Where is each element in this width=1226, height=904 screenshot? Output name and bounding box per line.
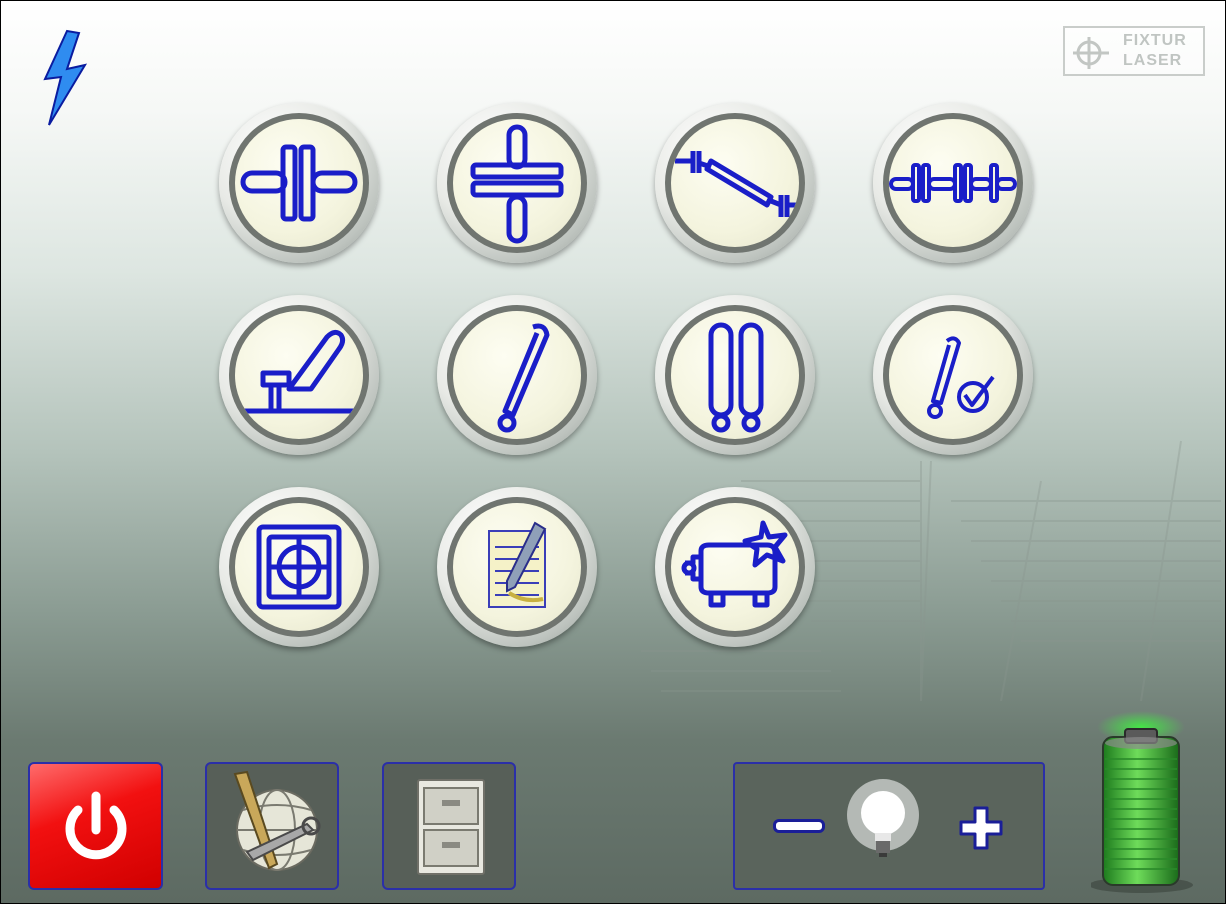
flatness-measurement-icon xyxy=(237,329,361,414)
brightness-decrease-button[interactable] xyxy=(773,819,825,833)
brightness-increase-button[interactable] xyxy=(957,804,1005,852)
app-target-button[interactable] xyxy=(219,487,379,647)
app-flatness-button[interactable] xyxy=(219,295,379,455)
crosshair-logo-icon xyxy=(1073,37,1109,69)
machine-train-icon xyxy=(889,163,1017,203)
file-archive-button[interactable] xyxy=(382,762,516,890)
app-values-button[interactable] xyxy=(873,295,1033,455)
notes-pencil-icon xyxy=(488,521,547,608)
file-cabinet-icon xyxy=(417,779,485,875)
power-button[interactable] xyxy=(28,762,163,890)
brand-name-line2: LASER xyxy=(1123,52,1183,69)
app-notes-button[interactable] xyxy=(437,487,597,647)
app-twist-button[interactable] xyxy=(655,295,815,455)
app-cardan-shafts-button[interactable] xyxy=(655,103,815,263)
app-horizontal-shafts-button[interactable] xyxy=(219,103,379,263)
softfoot-icon xyxy=(681,520,788,608)
twist-measurement-icon xyxy=(708,322,764,433)
lightning-bolt-icon xyxy=(43,29,88,126)
app-softfoot-button[interactable] xyxy=(655,487,815,647)
brand-name-line1: FIXTUR xyxy=(1123,32,1187,49)
horizontal-coupling-icon xyxy=(240,144,358,222)
app-vertical-shafts-button[interactable] xyxy=(437,103,597,263)
app-straightness-button[interactable] xyxy=(437,295,597,455)
target-icon xyxy=(256,524,342,610)
battery-icon xyxy=(1091,711,1193,893)
straightness-icon xyxy=(497,323,550,433)
brand-logo: FIXTUR LASER xyxy=(1063,26,1205,76)
cardan-shaft-icon xyxy=(675,151,799,217)
power-icon xyxy=(65,791,127,860)
home-screen: FIXTUR LASER xyxy=(0,0,1226,904)
vertical-coupling-icon xyxy=(470,124,564,244)
app-machine-train-button[interactable] xyxy=(873,103,1033,263)
light-bulb-icon xyxy=(847,779,919,857)
settings-button[interactable] xyxy=(205,762,339,890)
values-check-icon xyxy=(927,336,995,419)
tools-globe-icon xyxy=(233,770,321,871)
